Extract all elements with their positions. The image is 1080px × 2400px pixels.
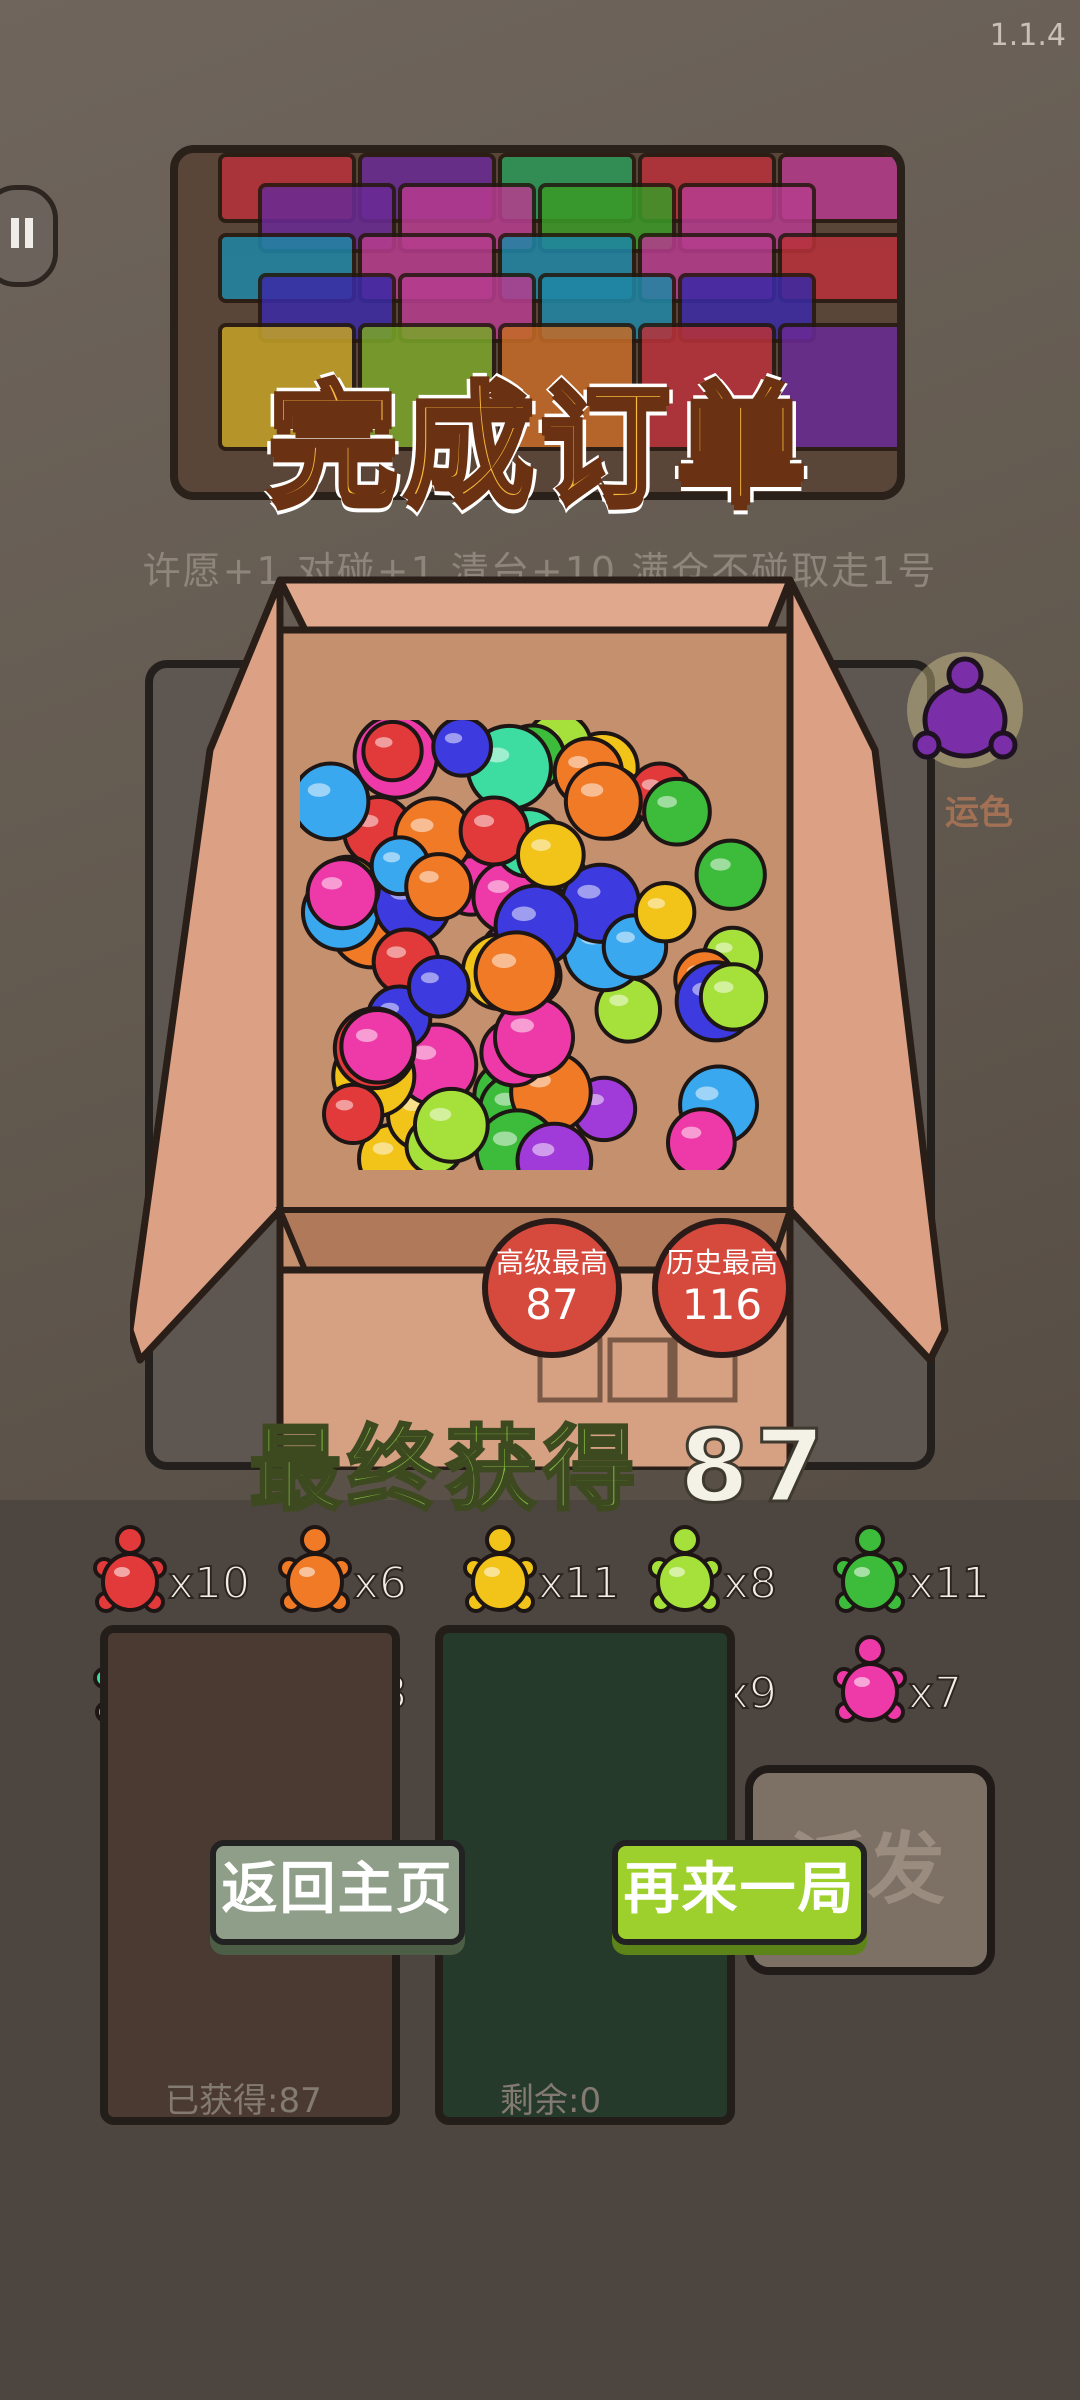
pile-turtle [473, 930, 559, 1016]
pile-turtle [361, 720, 424, 783]
final-score-value: 87 [678, 1407, 831, 1527]
pile-turtle [322, 1082, 385, 1146]
pile-turtle [633, 880, 697, 944]
final-score-label: 最终获得 [248, 1415, 642, 1525]
turtle-count: x10 [167, 1557, 251, 1610]
play-again-button[interactable]: 再来一局 [612, 1840, 867, 1945]
turtle-count-item: x10 [90, 1520, 270, 1620]
turtle-count: x8 [722, 1557, 778, 1610]
pile-turtle [516, 820, 586, 890]
pile-turtle [694, 838, 767, 911]
lucky-color-label: 运色 [945, 793, 1013, 833]
history-best-badge: 历史最高 116 [652, 1218, 792, 1358]
pile-turtle [642, 776, 712, 847]
pile-turtle [300, 761, 371, 842]
turtle-count-item: x6 [275, 1520, 455, 1620]
turtle-count-item: x11 [460, 1520, 640, 1620]
pile-turtle [404, 852, 474, 922]
turtle-count-item: x7 [830, 1630, 1010, 1730]
turtle-count: x11 [907, 1557, 991, 1610]
pile-turtle [412, 1086, 490, 1164]
return-home-button[interactable]: 返回主页 [210, 1840, 465, 1945]
pile-turtle [698, 962, 769, 1032]
pile-turtle [666, 1107, 737, 1170]
turtle-count: x6 [352, 1557, 408, 1610]
final-score: 最终获得 87 [0, 1395, 1080, 1528]
pile-turtle [406, 954, 471, 1019]
turtle-count-item: x11 [830, 1520, 1010, 1620]
turtle-icon [278, 1525, 352, 1613]
order-complete-title: 完成订单 [265, 367, 812, 524]
turtle-count: x7 [907, 1667, 963, 1720]
turtle-icon [648, 1525, 722, 1613]
version-label: 1.1.4 [989, 18, 1066, 53]
turtle-icon [833, 1635, 907, 1723]
advanced-best-label: 高级最高 [495, 1246, 608, 1279]
turtle-count-item: x8 [645, 1520, 825, 1620]
turtle-icon [833, 1525, 907, 1613]
turtle-icon [93, 1525, 167, 1613]
advanced-best-badge: 高级最高 87 [482, 1218, 622, 1358]
pile-turtle [305, 857, 379, 931]
remaining-label: 剩余:0 [500, 2081, 602, 2121]
turtle-count: x11 [537, 1557, 621, 1610]
history-best-label: 历史最高 [665, 1246, 778, 1279]
obtained-label: 已获得:87 [165, 2081, 322, 2121]
pile-turtle [339, 1008, 416, 1085]
history-best-value: 116 [681, 1280, 763, 1329]
advanced-best-value: 87 [525, 1280, 579, 1329]
pause-icon[interactable] [0, 185, 58, 287]
turtle-icon [463, 1525, 537, 1613]
turtle-pile [300, 720, 769, 1170]
pile-turtle [431, 720, 493, 778]
pile-turtle [563, 761, 643, 841]
